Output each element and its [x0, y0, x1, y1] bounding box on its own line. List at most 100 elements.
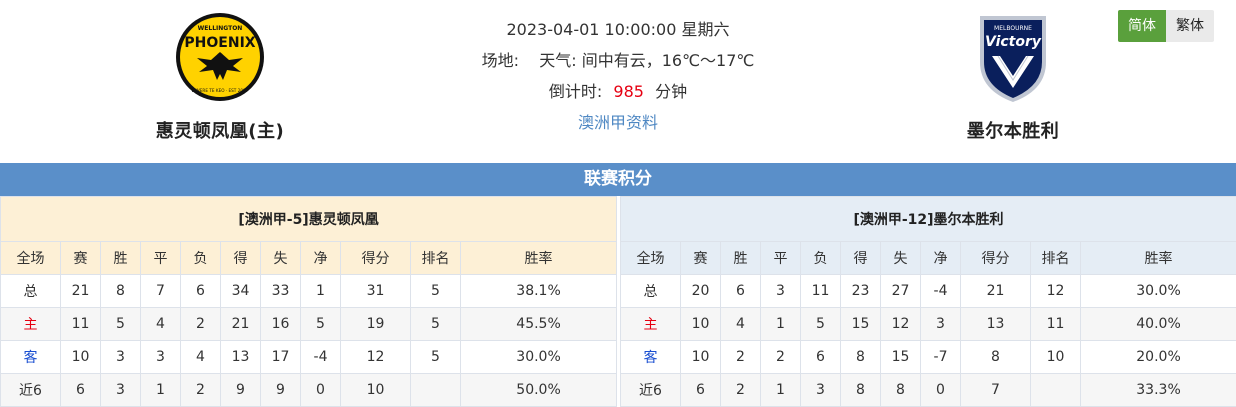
row-label: 总 — [620, 274, 681, 308]
svg-text:MELBOURNE: MELBOURNE — [994, 25, 1032, 32]
table-cell: 10 — [340, 373, 411, 407]
table-cell: 33 — [260, 274, 301, 308]
table-cell: 7 — [140, 274, 181, 308]
table-cell: 4 — [140, 307, 181, 341]
col-header: 失 — [260, 241, 301, 275]
col-header: 得分 — [960, 241, 1031, 275]
table-cell: 1 — [300, 274, 341, 308]
col-header: 失 — [880, 241, 921, 275]
table-cell: 5 — [410, 340, 461, 374]
away-team-name[interactable]: 墨尔本胜利 — [928, 117, 1098, 143]
standings-section-title: 联赛积分 — [0, 163, 1236, 196]
col-header: 赛 — [680, 241, 721, 275]
table-cell: 3 — [920, 307, 961, 341]
table-cell: 16 — [260, 307, 301, 341]
table-cell: 17 — [260, 340, 301, 374]
venue-weather-line: 场地: 天气: 间中有云，16℃～17℃ — [418, 45, 818, 76]
col-header: 净 — [300, 241, 341, 275]
col-header: 平 — [140, 241, 181, 275]
col-header: 排名 — [1030, 241, 1081, 275]
table-cell: 34 — [220, 274, 261, 308]
table-cell: 23 — [840, 274, 881, 308]
countdown-line: 倒计时: 985 分钟 — [418, 76, 818, 107]
table-cell: 2 — [720, 373, 761, 407]
table-cell: 15 — [880, 340, 921, 374]
col-header: 净 — [920, 241, 961, 275]
table-cell: 6 — [800, 340, 841, 374]
home-team-logo[interactable]: WELLINGTON PHOENIX E WERE TE KEO · EST 2… — [175, 10, 265, 105]
col-header: 胜 — [720, 241, 761, 275]
table-cell: 2 — [180, 307, 221, 341]
table-cell: 45.5% — [459, 307, 618, 341]
svg-text:E WERE TE KEO · EST 2007: E WERE TE KEO · EST 2007 — [192, 88, 249, 93]
table-cell: 2 — [180, 373, 221, 407]
table-cell: 3 — [100, 373, 141, 407]
col-header: 赛 — [60, 241, 101, 275]
table-cell: 33.3% — [1079, 373, 1236, 407]
home-standings-caption: [澳洲甲-5]惠灵顿凤凰 — [0, 196, 618, 242]
table-cell: 13 — [220, 340, 261, 374]
table-cell: 27 — [880, 274, 921, 308]
table-cell: 8 — [840, 373, 881, 407]
league-info-link[interactable]: 澳洲甲资料 — [578, 113, 658, 132]
table-cell: 20.0% — [1079, 340, 1236, 374]
table-cell: 5 — [100, 307, 141, 341]
table-cell: 31 — [340, 274, 411, 308]
col-header: 负 — [180, 241, 221, 275]
col-header: 胜率 — [459, 241, 618, 275]
table-cell: 11 — [1030, 307, 1081, 341]
venue-label: 场地: — [481, 51, 520, 70]
language-switch: 简体 繁体 — [1118, 10, 1214, 42]
table-cell: 30.0% — [1079, 274, 1236, 308]
standings-row-total: 总 21 8 7 6 34 33 1 31 5 38.1% — [0, 274, 618, 308]
table-cell: 5 — [300, 307, 341, 341]
table-cell: 30.0% — [459, 340, 618, 374]
standings-row-home: 主 10 4 1 5 15 12 3 13 11 40.0% — [620, 307, 1236, 341]
col-header: 得分 — [340, 241, 411, 275]
away-team[interactable]: MELBOURNE Victory 墨尔本胜利 — [928, 10, 1098, 143]
away-standings-caption: [澳洲甲-12]墨尔本胜利 — [619, 196, 1236, 242]
table-cell: 4 — [180, 340, 221, 374]
col-header: 全场 — [620, 241, 681, 275]
table-cell: 6 — [720, 274, 761, 308]
table-cell: 0 — [920, 373, 961, 407]
table-cell: 11 — [60, 307, 101, 341]
table-cell: 7 — [960, 373, 1031, 407]
table-cell: 5 — [410, 274, 461, 308]
table-cell: 11 — [800, 274, 841, 308]
standings-row-away: 客 10 3 3 4 13 17 -4 12 5 30.0% — [0, 340, 618, 374]
standings-row-recent: 近6 6 3 1 2 9 9 0 10 50.0% — [0, 373, 618, 407]
table-cell: 6 — [180, 274, 221, 308]
standings-row-recent: 近6 6 2 1 3 8 8 0 7 33.3% — [620, 373, 1236, 407]
table-cell: 6 — [680, 373, 721, 407]
col-header: 胜率 — [1079, 241, 1236, 275]
home-team[interactable]: WELLINGTON PHOENIX E WERE TE KEO · EST 2… — [135, 10, 305, 143]
table-cell: 50.0% — [459, 373, 618, 407]
table-cell: 10 — [1030, 340, 1081, 374]
table-cell: 8 — [960, 340, 1031, 374]
row-label: 客 — [620, 340, 681, 374]
table-cell: 3 — [100, 340, 141, 374]
simplified-chinese-button[interactable]: 简体 — [1118, 10, 1166, 42]
standings-row-total: 总 20 6 3 11 23 27 -4 21 12 30.0% — [620, 274, 1236, 308]
table-cell: 19 — [340, 307, 411, 341]
row-label: 总 — [0, 274, 61, 308]
table-cell: 10 — [680, 307, 721, 341]
table-cell: 12 — [340, 340, 411, 374]
table-cell: 9 — [220, 373, 261, 407]
table-cell: 2 — [760, 340, 801, 374]
table-cell: 21 — [960, 274, 1031, 308]
home-standings-table: [澳洲甲-5]惠灵顿凤凰 全场 赛 胜 平 负 得 失 净 得分 排名 胜率 总… — [0, 196, 618, 407]
home-team-name[interactable]: 惠灵顿凤凰(主) — [135, 117, 305, 143]
countdown-value: 985 — [613, 82, 644, 101]
row-label: 近6 — [620, 373, 681, 407]
col-header: 排名 — [410, 241, 461, 275]
table-cell — [1030, 373, 1081, 407]
table-cell: 13 — [960, 307, 1031, 341]
traditional-chinese-button[interactable]: 繁体 — [1166, 10, 1214, 42]
table-cell: 1 — [760, 373, 801, 407]
away-team-logo[interactable]: MELBOURNE Victory — [968, 10, 1058, 105]
table-cell: 4 — [720, 307, 761, 341]
col-header: 平 — [760, 241, 801, 275]
table-cell: 1 — [760, 307, 801, 341]
